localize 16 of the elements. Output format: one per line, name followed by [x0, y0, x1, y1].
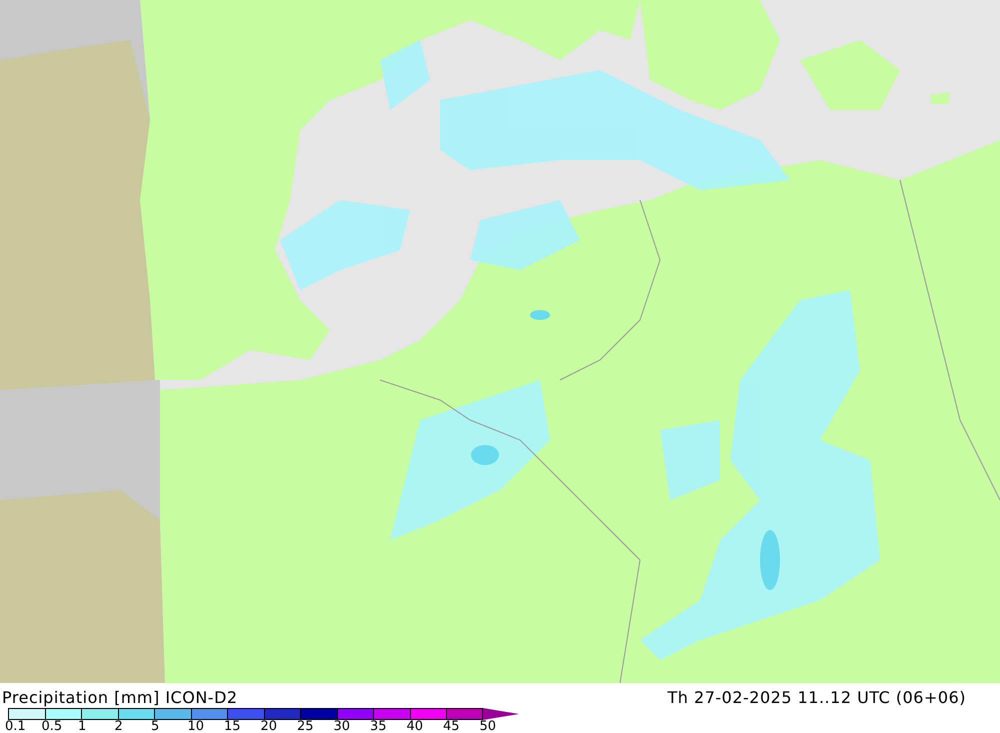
scale-label: 20: [260, 720, 278, 733]
scale-label: 0.5: [42, 720, 62, 733]
scale-label: 35: [370, 720, 387, 733]
scale-label: 15: [224, 720, 241, 733]
scale-label: 45: [443, 720, 460, 733]
scale-label: 25: [297, 720, 314, 733]
scale-label: 30: [334, 720, 350, 733]
scale-label: 10: [188, 720, 204, 733]
scale-label: 40: [406, 720, 424, 733]
scale-label: 5: [151, 720, 160, 733]
map-title: Precipitation [mm] ICON-D2: [2, 688, 238, 707]
scale-label: 1: [78, 720, 86, 733]
scale-label: 2: [114, 720, 123, 733]
scale-label: 50: [480, 720, 496, 733]
scale-label: 0.1: [5, 720, 26, 733]
valid-time: Th 27-02-2025 11..12 UTC (06+06): [668, 688, 966, 707]
